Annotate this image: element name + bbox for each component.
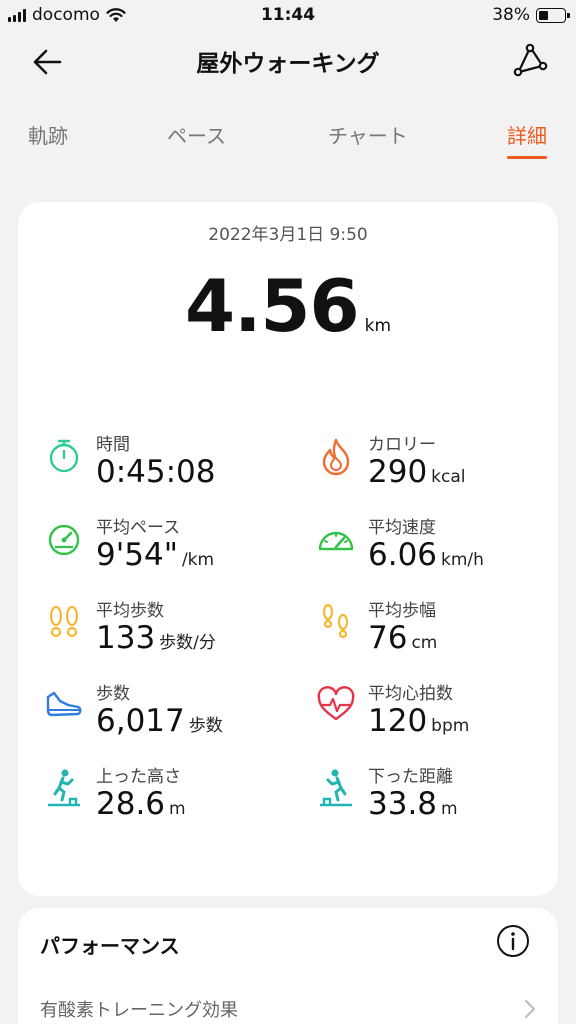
metric-value: 6.06 km/h <box>368 537 484 573</box>
battery-fill <box>539 10 548 20</box>
metric-unit: m <box>169 799 186 819</box>
total-distance: 4.56 km <box>18 264 558 348</box>
distance-unit: km <box>364 316 392 336</box>
status-left: docomo <box>8 5 126 25</box>
metric-avg-heart-rate: 平均心拍数 120 bpm <box>316 679 576 755</box>
metric-number: 6.06 <box>368 537 438 573</box>
signal-icon <box>8 8 26 22</box>
metric-value: 33.8 m <box>368 786 458 822</box>
metric-avg-cadence: 平均歩数 133 歩数/分 <box>44 596 304 672</box>
status-right: 38% <box>492 5 570 25</box>
metric-number: 28.6 <box>96 786 166 822</box>
footprints-icon <box>49 605 79 638</box>
metric-value: 6,017 歩数 <box>96 703 223 739</box>
tab-track[interactable]: 軌跡 <box>28 120 68 149</box>
metric-number: 120 <box>368 703 428 739</box>
metric-unit: kcal <box>431 467 466 487</box>
metric-label: 上った高さ <box>96 767 181 787</box>
metric-descent: 下った距離 33.8 m <box>316 762 576 838</box>
aerobic-training-effect-row[interactable]: 有酸素トレーニング効果 <box>40 994 540 1024</box>
metric-value: 120 bpm <box>368 703 469 739</box>
row-label: 有酸素トレーニング効果 <box>40 1000 238 1021</box>
app-header: 屋外ウォーキング <box>0 32 576 90</box>
metric-unit: bpm <box>431 716 470 736</box>
metric-value: 9'54"/km <box>96 537 214 573</box>
info-icon[interactable] <box>496 924 530 958</box>
flame-icon <box>322 438 350 476</box>
metric-number: 33.8 <box>368 786 438 822</box>
metric-label: 平均心拍数 <box>368 684 453 704</box>
shoe-icon <box>46 691 82 717</box>
metric-label: 平均歩数 <box>96 601 164 621</box>
tab-chart[interactable]: チャート <box>328 120 408 149</box>
metric-value: 290 kcal <box>368 454 466 490</box>
metric-value: 133 歩数/分 <box>96 620 216 656</box>
heart-rate-icon <box>317 686 355 721</box>
page-title: 屋外ウォーキング <box>196 51 380 77</box>
tab-label: ペース <box>167 124 226 148</box>
metric-label: 平均ペース <box>96 518 181 538</box>
route-share-icon[interactable] <box>510 40 550 80</box>
tab-bar: 軌跡 ペース チャート 詳細 <box>0 110 576 160</box>
metric-label: 下った距離 <box>368 767 453 787</box>
stopwatch-icon <box>49 439 79 473</box>
metric-unit: km/h <box>441 550 484 570</box>
carrier-label: docomo <box>32 5 100 25</box>
metric-ascent: 上った高さ 28.6 m <box>44 762 304 838</box>
metric-avg-speed: 平均速度 6.06 km/h <box>316 513 576 589</box>
metric-unit: 歩数 <box>188 716 223 736</box>
metric-number: 133 <box>96 620 156 656</box>
gauge-icon <box>318 531 354 551</box>
climb-down-icon <box>320 769 352 807</box>
status-bar: docomo 11:44 38% <box>0 0 576 32</box>
metric-value: 28.6 m <box>96 786 186 822</box>
metric-duration: 時間 0:45:08 <box>44 430 304 506</box>
workout-date: 2022年3月1日 9:50 <box>208 225 368 245</box>
tab-label: 詳細 <box>507 124 547 148</box>
metric-label: カロリー <box>368 435 436 455</box>
metric-number: 76 <box>368 620 408 656</box>
metric-number: 0:45:08 <box>96 454 216 490</box>
metric-number: 6,017 <box>96 703 185 739</box>
metric-avg-stride: 平均歩幅 76 cm <box>316 596 576 672</box>
performance-card: パフォーマンス 有酸素トレーニング効果 <box>18 908 558 1024</box>
tab-label: チャート <box>328 124 408 148</box>
active-tab-indicator <box>507 156 547 159</box>
chevron-right-icon <box>525 1000 535 1018</box>
metric-label: 歩数 <box>96 684 130 704</box>
metric-unit: 歩数/分 <box>159 633 216 653</box>
metric-label: 平均速度 <box>368 518 436 538</box>
tab-pace[interactable]: ペース <box>167 120 226 149</box>
wifi-icon <box>106 7 126 22</box>
metric-number: 290 <box>368 454 428 490</box>
metric-value: 76 cm <box>368 620 437 656</box>
climb-up-icon <box>48 769 80 807</box>
metric-value: 0:45:08 <box>96 454 216 490</box>
metric-label: 時間 <box>96 435 130 455</box>
metric-calories: カロリー 290 kcal <box>316 430 576 506</box>
metric-label: 平均歩幅 <box>368 601 436 621</box>
distance-value: 4.56 <box>184 264 360 348</box>
arrow-left-icon[interactable] <box>28 42 68 82</box>
metric-avg-pace: 平均ペース 9'54"/km <box>44 513 304 589</box>
speedometer-icon <box>48 524 80 556</box>
metric-unit: /km <box>181 550 215 570</box>
tab-details[interactable]: 詳細 <box>507 120 547 159</box>
battery-percent: 38% <box>492 5 530 25</box>
metric-number: 9'54" <box>96 537 178 573</box>
metric-steps: 歩数 6,017 歩数 <box>44 679 304 755</box>
footprints-stride-icon <box>322 603 349 639</box>
summary-card: 2022年3月1日 9:50 4.56 km 時間 0:45:08 カロリー 29… <box>18 202 558 896</box>
performance-title: パフォーマンス <box>40 934 180 958</box>
battery-icon <box>536 7 570 23</box>
tab-label: 軌跡 <box>28 124 68 148</box>
metric-unit: cm <box>411 633 438 653</box>
metric-unit: m <box>441 799 458 819</box>
